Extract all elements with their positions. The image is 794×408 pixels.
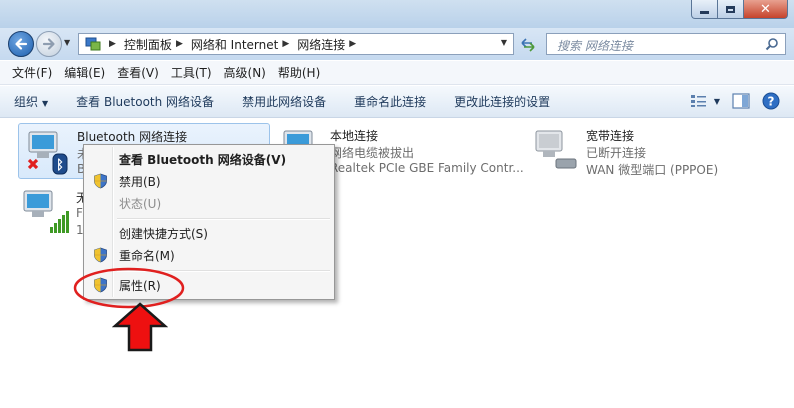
refresh-icon bbox=[521, 38, 535, 52]
maximize-icon bbox=[726, 5, 735, 13]
menu-item-status[interactable]: 状态(U) bbox=[86, 192, 332, 214]
close-icon: ✕ bbox=[760, 1, 771, 17]
menu-item-label: 重命名(M) bbox=[119, 248, 175, 263]
preview-pane-icon bbox=[732, 93, 750, 109]
network-adapter-icon: ᛒ bbox=[27, 131, 68, 175]
help-icon: ? bbox=[762, 92, 780, 110]
title-bar: ✕ bbox=[0, 0, 794, 28]
chevron-down-icon[interactable]: ▼ bbox=[714, 97, 720, 106]
breadcrumb-network-connections[interactable]: 网络连接 bbox=[297, 36, 345, 53]
search-placeholder: 搜索 网络连接 bbox=[557, 39, 633, 53]
view-bluetooth-devices-button[interactable]: 查看 Bluetooth 网络设备 bbox=[76, 93, 214, 110]
organize-button[interactable]: 组织 ▼ bbox=[14, 93, 48, 110]
forward-button[interactable] bbox=[36, 31, 62, 57]
connection-name: 本地连接 bbox=[330, 129, 379, 143]
chevron-right-icon[interactable]: ▶ bbox=[109, 39, 116, 49]
arrow-right-icon bbox=[42, 38, 55, 50]
connection-device: WAN 微型端口 (PPPOE) bbox=[586, 163, 719, 177]
arrow-left-icon bbox=[15, 38, 28, 50]
chevron-down-icon: ▼ bbox=[42, 99, 49, 108]
maximize-button[interactable] bbox=[718, 0, 744, 19]
connection-status: 已断开连接 bbox=[586, 146, 647, 160]
chevron-right-icon[interactable]: ▶ bbox=[349, 39, 356, 49]
connection-name: 宽带连接 bbox=[586, 129, 635, 143]
menu-view[interactable]: 查看(V) bbox=[111, 61, 165, 84]
menu-item-label: 创建快捷方式(S) bbox=[119, 226, 208, 241]
address-bar-strip: ▼ ▶ 控制面板 ▶ 网络和 Internet ▶ 网络连接 ▶ ▼ 搜索 网络… bbox=[0, 28, 794, 60]
search-input[interactable]: 搜索 网络连接 bbox=[546, 33, 786, 55]
rename-connection-button[interactable]: 重命名此连接 bbox=[354, 93, 426, 110]
menu-separator bbox=[117, 218, 330, 220]
menu-advanced[interactable]: 高级(N) bbox=[218, 61, 272, 84]
connection-item-broadband[interactable]: 宽带连接 已断开连接 WAN 微型端口 (PPPOE) bbox=[530, 123, 786, 179]
uac-shield-icon bbox=[94, 173, 107, 189]
uac-shield-icon bbox=[94, 247, 107, 263]
control-panel-icon bbox=[85, 37, 101, 51]
breadcrumb-control-panel[interactable]: 控制面板 bbox=[124, 36, 172, 53]
minimize-icon bbox=[700, 10, 709, 14]
menu-edit[interactable]: 编辑(E) bbox=[58, 61, 111, 84]
connection-status: 网络电缆被拔出 bbox=[330, 146, 415, 160]
change-settings-button[interactable]: 更改此连接的设置 bbox=[454, 93, 550, 110]
search-icon[interactable] bbox=[765, 37, 779, 51]
address-box[interactable]: ▶ 控制面板 ▶ 网络和 Internet ▶ 网络连接 ▶ ▼ bbox=[78, 33, 514, 55]
command-bar: 组织 ▼ 查看 Bluetooth 网络设备 禁用此网络设备 重命名此连接 更改此… bbox=[0, 86, 794, 118]
organize-label: 组织 bbox=[14, 95, 39, 109]
menu-item-view-bluetooth-devices[interactable]: 查看 Bluetooth 网络设备(V) bbox=[86, 148, 332, 170]
menu-item-label: 状态(U) bbox=[119, 196, 162, 211]
view-list-icon bbox=[690, 95, 706, 107]
connection-name: Bluetooth 网络连接 bbox=[77, 130, 188, 144]
breadcrumb-network-internet[interactable]: 网络和 Internet bbox=[191, 36, 278, 53]
svg-text:?: ? bbox=[768, 95, 775, 109]
chevron-right-icon[interactable]: ▶ bbox=[176, 39, 183, 49]
history-dropdown-icon[interactable]: ▼ bbox=[64, 38, 70, 47]
address-dropdown-icon[interactable]: ▼ bbox=[501, 38, 507, 47]
view-controls: ▼ ? bbox=[678, 92, 780, 110]
back-button[interactable] bbox=[8, 31, 34, 57]
menu-bar: 文件(F) 编辑(E) 查看(V) 工具(T) 高级(N) 帮助(H) bbox=[0, 61, 794, 85]
menu-help[interactable]: 帮助(H) bbox=[272, 61, 326, 84]
wireless-adapter-icon bbox=[23, 190, 69, 233]
red-arrow-up-icon bbox=[112, 302, 168, 352]
menu-item-label: 查看 Bluetooth 网络设备(V) bbox=[119, 152, 287, 167]
help-button[interactable]: ? bbox=[762, 92, 780, 110]
svg-text:ᛒ: ᛒ bbox=[56, 158, 64, 173]
preview-pane-button[interactable] bbox=[732, 93, 750, 109]
minimize-button[interactable] bbox=[691, 0, 718, 19]
menu-item-create-shortcut[interactable]: 创建快捷方式(S) bbox=[86, 222, 332, 244]
broadband-icon bbox=[535, 130, 577, 169]
connection-status: F bbox=[76, 206, 83, 220]
chevron-right-icon[interactable]: ▶ bbox=[282, 39, 289, 49]
menu-item-label: 禁用(B) bbox=[119, 174, 161, 189]
menu-item-rename[interactable]: 重命名(M) bbox=[86, 244, 332, 266]
connection-device: Realtek PCIe GBE Family Contr... bbox=[330, 161, 524, 175]
window-controls: ✕ bbox=[691, 0, 788, 19]
disconnected-x-icon bbox=[27, 158, 39, 170]
menu-file[interactable]: 文件(F) bbox=[6, 61, 58, 84]
disable-device-button[interactable]: 禁用此网络设备 bbox=[242, 93, 326, 110]
menu-tools[interactable]: 工具(T) bbox=[165, 61, 218, 84]
close-button[interactable]: ✕ bbox=[744, 0, 788, 19]
refresh-button[interactable] bbox=[517, 36, 539, 54]
menu-item-disable[interactable]: 禁用(B) bbox=[86, 170, 332, 192]
change-view-button[interactable]: ▼ bbox=[690, 94, 720, 108]
